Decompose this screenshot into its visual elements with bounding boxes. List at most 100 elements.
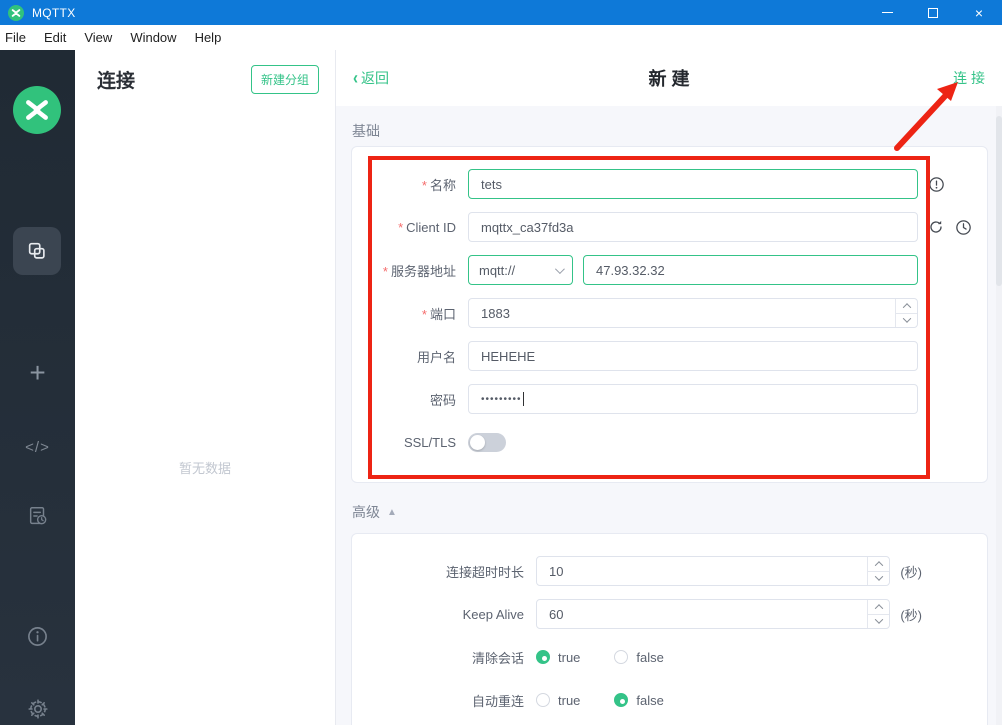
required-mark: * (383, 264, 388, 279)
chevron-down-icon (875, 616, 883, 624)
chevron-up-icon (902, 303, 910, 311)
code-icon: </> (25, 439, 50, 456)
collapse-icon[interactable]: ▲ (387, 507, 397, 518)
required-mark: * (422, 307, 427, 322)
password-masked-value: ••••••••• (481, 394, 522, 405)
ssl-row: SSL/TLS (372, 427, 987, 457)
text-cursor (523, 392, 524, 406)
minimize-button[interactable] (864, 0, 910, 25)
stepper-down-button[interactable] (896, 314, 917, 328)
radio-option-false[interactable]: false (614, 693, 663, 708)
mqttx-logo-icon (8, 5, 24, 21)
maximize-button[interactable] (910, 0, 956, 25)
timeout-row: 连接超时时长 (秒) (372, 556, 987, 586)
basic-section-title: 基础 (352, 121, 380, 141)
auto-reconnect-label: 自动重连 (472, 694, 524, 709)
advanced-section-title: 高级 ▲ (352, 502, 397, 522)
password-label: 密码 (430, 393, 456, 408)
window-controls: × (864, 0, 1002, 25)
main-panel: ‹ 返回 新 建 连 接 基础 *名称 *Client ID (336, 50, 1002, 725)
radio-icon (536, 650, 550, 664)
menu-window[interactable]: Window (121, 30, 185, 45)
chevron-left-icon: ‹ (353, 68, 358, 88)
stepper-down-button[interactable] (868, 615, 889, 629)
name-input[interactable] (468, 169, 918, 199)
radio-option-false[interactable]: false (614, 650, 663, 665)
protocol-select[interactable]: mqtt:// (468, 255, 573, 285)
client-id-input[interactable] (468, 212, 918, 242)
scrollbar-thumb[interactable] (996, 116, 1002, 286)
host-input[interactable] (583, 255, 918, 285)
basic-card: *名称 *Client ID (351, 146, 988, 483)
port-label: 端口 (430, 307, 456, 322)
connect-button[interactable]: 连 接 (953, 68, 985, 88)
close-button[interactable]: × (956, 0, 1002, 25)
keepalive-label: Keep Alive (463, 607, 524, 622)
new-group-button[interactable]: 新建分组 (251, 65, 319, 94)
history-clock-icon[interactable] (955, 219, 972, 236)
clean-session-label: 清除会话 (472, 651, 524, 666)
sidebar-item-about[interactable] (0, 622, 75, 650)
radio-icon (536, 693, 550, 707)
connections-panel: 连接 新建分组 暂无数据 (75, 50, 336, 725)
radio-icon (614, 693, 628, 707)
stepper-up-button[interactable] (868, 557, 889, 572)
back-label: 返回 (361, 68, 389, 88)
ssl-toggle[interactable] (468, 433, 506, 452)
menu-help[interactable]: Help (186, 30, 231, 45)
chevron-up-icon (875, 604, 883, 612)
timeout-input[interactable] (536, 556, 890, 586)
username-input[interactable] (468, 341, 918, 371)
radio-option-true[interactable]: true (536, 650, 580, 665)
menu-view[interactable]: View (75, 30, 121, 45)
username-row: 用户名 (372, 341, 987, 371)
host-row: *服务器地址 mqtt:// (372, 255, 987, 285)
clean-session-row: 清除会话 true false (372, 642, 987, 672)
keepalive-stepper (867, 600, 889, 628)
sidebar-item-settings[interactable] (0, 694, 75, 724)
timeout-unit: (秒) (900, 562, 922, 581)
sidebar-item-new-connection[interactable]: + (0, 356, 75, 390)
maximize-icon (928, 8, 938, 18)
password-input[interactable]: ••••••••• (468, 384, 918, 414)
clean-session-radio-group: true false (536, 650, 664, 665)
required-mark: * (422, 178, 427, 193)
warning-icon (928, 176, 945, 193)
sidebar-item-connections[interactable] (13, 227, 61, 275)
titlebar: MQTTX × (0, 0, 1002, 25)
keepalive-input[interactable] (536, 599, 890, 629)
refresh-icon[interactable] (928, 219, 944, 235)
menu-edit[interactable]: Edit (35, 30, 75, 45)
empty-state-text: 暂无数据 (75, 458, 335, 477)
name-label: 名称 (430, 178, 456, 193)
chevron-up-icon (875, 561, 883, 569)
keepalive-row: Keep Alive (秒) (372, 599, 987, 629)
sidebar: + </> (0, 50, 75, 725)
protocol-value: mqtt:// (479, 263, 515, 278)
menubar: File Edit View Window Help (0, 25, 1002, 50)
chevron-down-icon (555, 264, 565, 274)
host-label: 服务器地址 (391, 264, 456, 279)
port-stepper (895, 299, 917, 327)
password-row: 密码 ••••••••• (372, 384, 987, 414)
radio-icon (614, 650, 628, 664)
info-icon (26, 625, 49, 648)
stepper-down-button[interactable] (868, 572, 889, 586)
minimize-icon (882, 12, 893, 13)
auto-reconnect-radio-group: true false (536, 693, 664, 708)
stepper-up-button[interactable] (868, 600, 889, 615)
gear-icon (26, 697, 50, 721)
sidebar-item-script[interactable]: </> (0, 434, 75, 460)
chevron-down-icon (902, 315, 910, 323)
port-input[interactable] (468, 298, 918, 328)
close-icon: × (975, 5, 983, 21)
auto-reconnect-row: 自动重连 true false (372, 685, 987, 715)
stepper-up-button[interactable] (896, 299, 917, 314)
back-link[interactable]: ‹ 返回 (353, 68, 389, 88)
toggle-knob (470, 435, 485, 450)
sidebar-item-log[interactable] (0, 502, 75, 530)
connections-icon (26, 240, 48, 262)
menu-file[interactable]: File (0, 30, 35, 45)
keepalive-unit: (秒) (900, 605, 922, 624)
radio-option-true[interactable]: true (536, 693, 580, 708)
